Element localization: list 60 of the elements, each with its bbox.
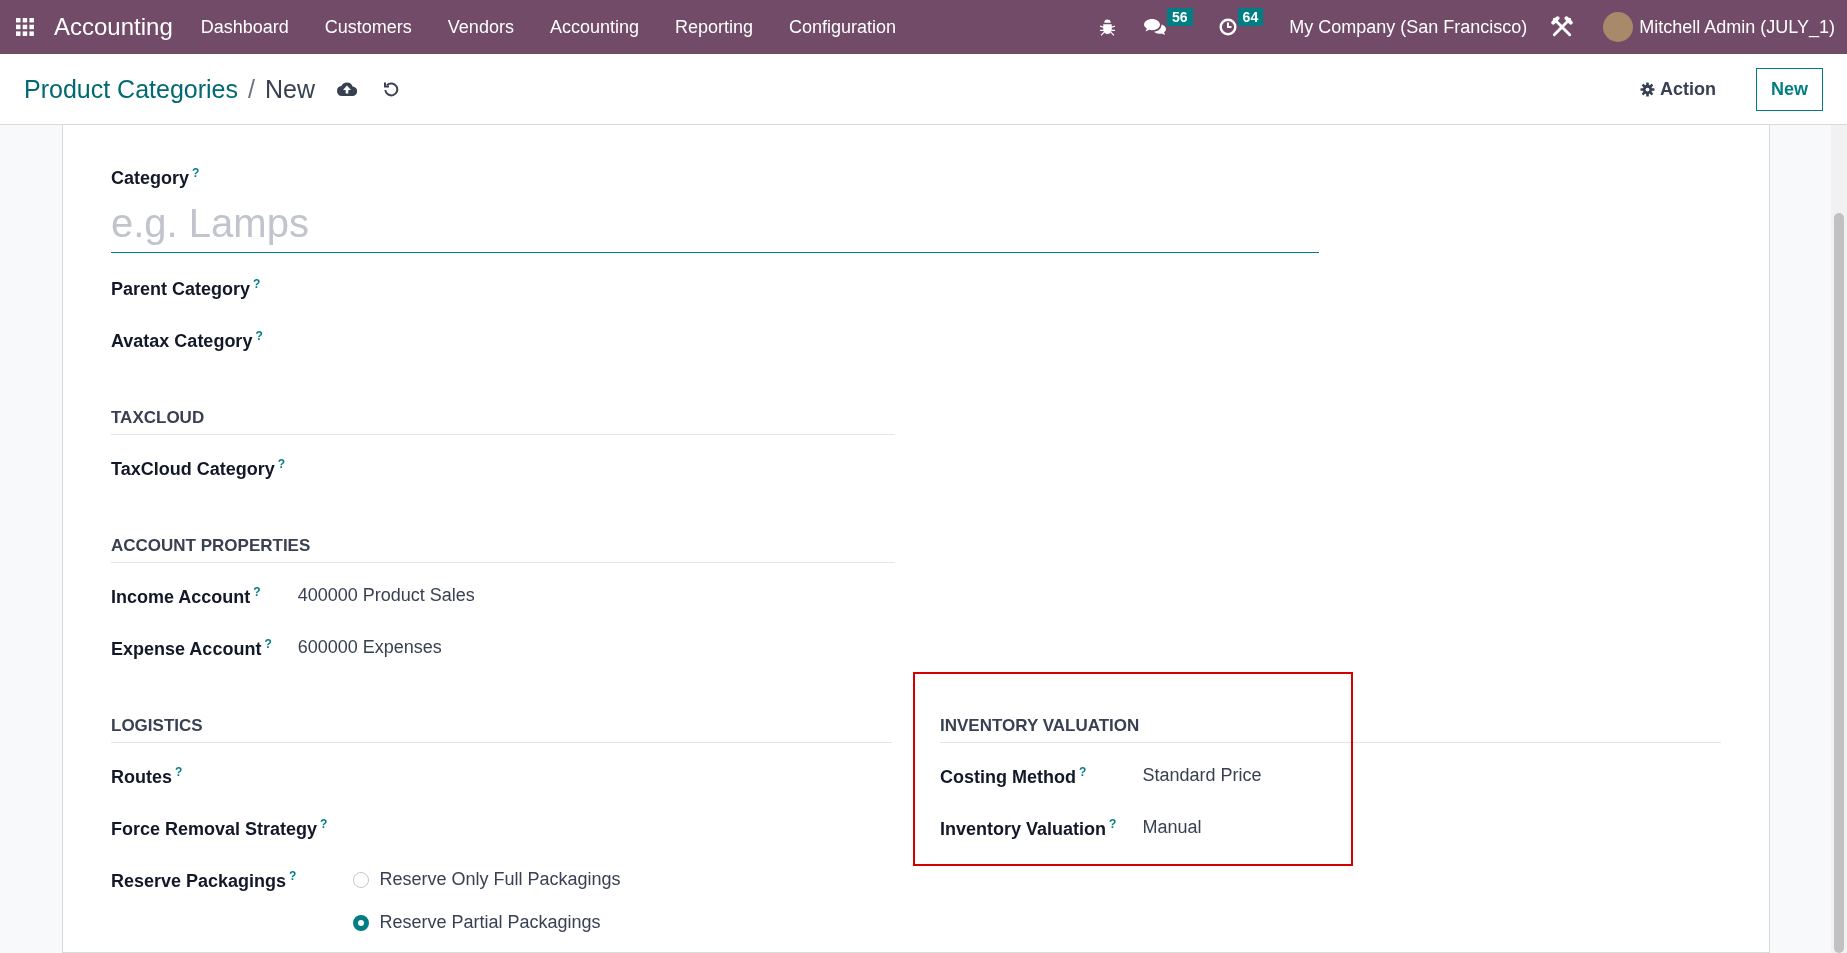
app-name-link[interactable]: Accounting — [54, 13, 173, 41]
field-value[interactable]: 600000 Expenses — [297, 637, 442, 657]
menu-item[interactable]: Configuration — [789, 16, 897, 38]
help-tooltip[interactable]: ? — [320, 817, 328, 831]
company-switcher[interactable]: My Company (San Francisco) — [1289, 16, 1528, 38]
action-menu-button[interactable]: Action — [1634, 72, 1722, 106]
menu-item[interactable]: Vendors — [447, 16, 514, 38]
field-label: Inventory Valuation — [940, 819, 1107, 839]
user-menu[interactable]: Mitchell Admin (JULY_1) — [1639, 16, 1835, 38]
field-value[interactable]: Manual — [1142, 817, 1202, 837]
clock-icon[interactable] — [1218, 18, 1237, 36]
field-value[interactable]: 400000 Product Sales — [297, 585, 475, 605]
section-heading: ACCOUNT PROPERTIES — [111, 536, 895, 563]
undo-icon[interactable] — [383, 81, 399, 97]
help-tooltip[interactable]: ? — [192, 166, 200, 180]
field-value[interactable]: Standard Price — [1142, 765, 1262, 785]
cloud-upload-icon[interactable] — [337, 82, 357, 96]
help-tooltip[interactable]: ? — [255, 329, 263, 343]
field-label: Costing Method — [940, 767, 1076, 787]
field-label: Reserve Packagings — [111, 871, 287, 891]
field-label: Category — [111, 168, 190, 188]
radio-button[interactable] — [353, 871, 370, 888]
section-heading: LOGISTICS — [111, 716, 892, 743]
field-label: Avatax Category — [111, 331, 253, 351]
menu-item[interactable]: Accounting — [549, 16, 639, 38]
help-tooltip[interactable]: ? — [1109, 817, 1117, 831]
section-heading: TAXCLOUD — [111, 408, 895, 435]
radio-label[interactable]: Reserve Partial Packagings — [379, 912, 601, 933]
tools-icon[interactable] — [1551, 16, 1574, 38]
menu-item[interactable]: Customers — [324, 16, 412, 38]
app-grid-icon[interactable] — [16, 18, 34, 36]
gear-icon — [1640, 81, 1655, 97]
help-tooltip[interactable]: ? — [253, 585, 261, 599]
message-count-badge: 56 — [1167, 8, 1193, 26]
new-button[interactable]: New — [1756, 67, 1823, 111]
help-tooltip[interactable]: ? — [289, 869, 297, 883]
section-heading: INVENTORY VALUATION — [940, 716, 1721, 743]
help-tooltip[interactable]: ? — [277, 457, 286, 471]
field-label: Income Account — [111, 587, 251, 607]
scrollbar[interactable] — [1831, 125, 1847, 953]
radio-label[interactable]: Reserve Only Full Packagings — [379, 869, 621, 890]
help-tooltip[interactable]: ? — [175, 765, 183, 779]
menu-item[interactable]: Dashboard — [200, 16, 289, 38]
breadcrumb-link[interactable]: Product Categories — [24, 74, 238, 104]
activity-count-badge: 64 — [1237, 8, 1264, 26]
field-label: TaxCloud Category — [111, 459, 275, 479]
breadcrumb-current: New — [264, 74, 315, 104]
field-label: Parent Category — [111, 279, 251, 299]
chat-icon[interactable] — [1144, 18, 1167, 36]
help-tooltip[interactable]: ? — [253, 277, 261, 291]
field-label: Routes — [111, 767, 172, 787]
radio-button[interactable] — [353, 914, 370, 931]
help-tooltip[interactable]: ? — [264, 637, 272, 651]
breadcrumb-separator: / — [248, 74, 255, 104]
bug-icon[interactable] — [1099, 18, 1117, 36]
menu-item[interactable]: Reporting — [674, 16, 753, 38]
help-tooltip[interactable]: ? — [1079, 765, 1087, 779]
field-label: Force Removal Strategy — [111, 819, 318, 839]
field-label: Expense Account — [111, 639, 262, 659]
scrollbar-thumb[interactable] — [1834, 213, 1844, 953]
